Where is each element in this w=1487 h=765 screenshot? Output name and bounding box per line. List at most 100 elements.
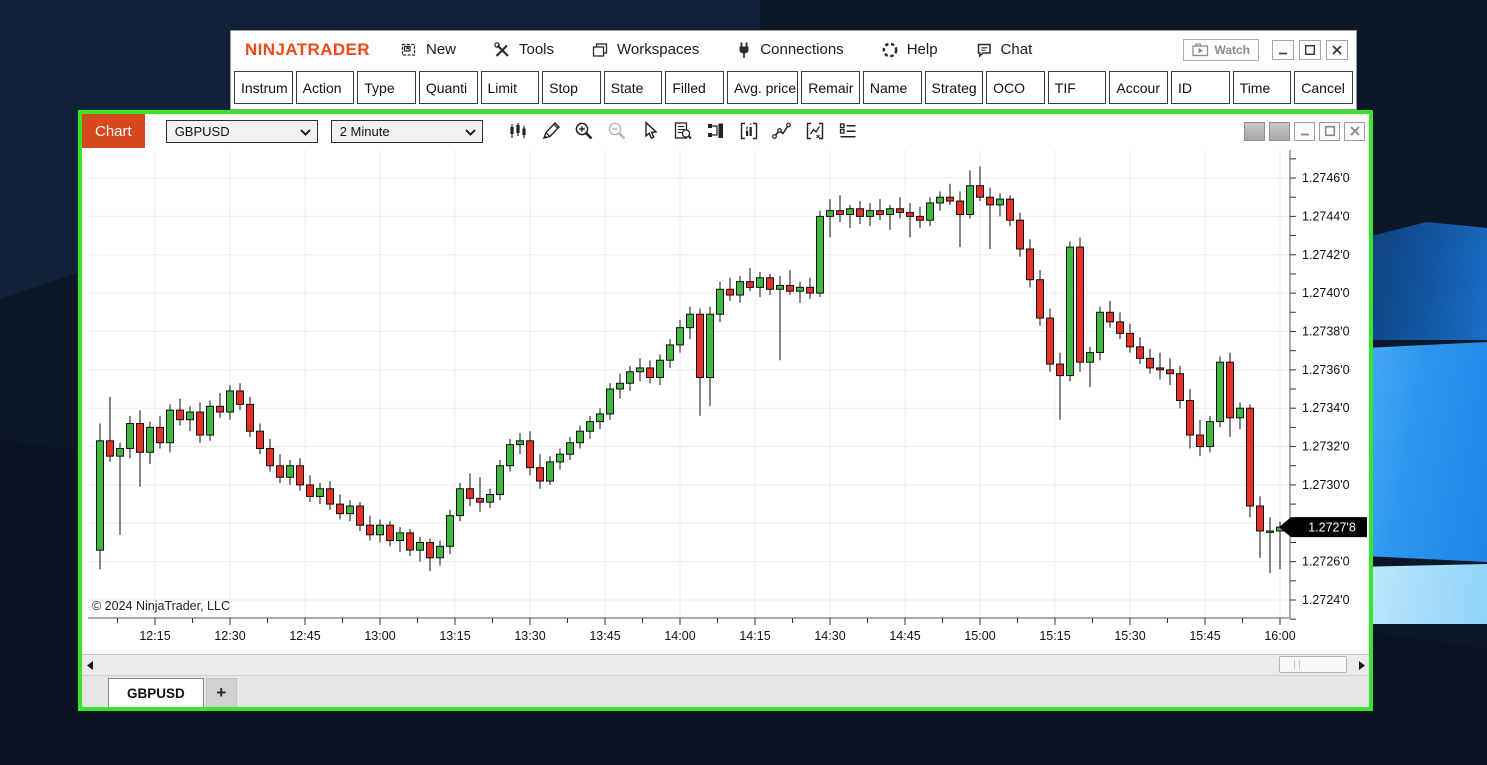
draw-icon[interactable] [539,119,564,144]
order-entry-icon[interactable] [704,119,729,144]
scrollbar-track[interactable] [98,655,1353,675]
orders-column-state[interactable]: State [604,71,663,104]
menu-item-workspaces[interactable]: Workspaces [591,41,699,59]
maximize-button[interactable] [1299,40,1321,60]
add-tab-button[interactable]: + [206,678,237,707]
candle-up [657,360,664,377]
orders-column-stop[interactable]: Stop [542,71,601,104]
orders-column-tif[interactable]: TIF [1048,71,1107,104]
inactive-button[interactable] [1244,122,1265,141]
chart-window-controls [1244,122,1369,141]
orders-column-quanti[interactable]: Quanti [419,71,478,104]
chart-toolbar [506,119,861,144]
properties-icon[interactable] [836,119,861,144]
candle-up [497,466,504,495]
chart-tab-bar: GBPUSD + [82,675,1369,707]
candle-down [1047,318,1054,364]
inactive-button[interactable] [1269,122,1290,141]
orders-column-id[interactable]: ID [1171,71,1230,104]
menu-item-connections[interactable]: Connections [736,41,843,59]
drawing-line-icon[interactable] [770,119,795,144]
candle-down [1167,370,1174,374]
candle-up [1237,408,1244,418]
strategies-icon[interactable] [803,119,828,144]
candle-up [677,328,684,345]
candlestick-chart[interactable]: 1.2746'01.2744'01.2742'01.2740'01.2738'0… [82,148,1369,654]
cursor-icon[interactable] [638,119,663,144]
candle-up [577,431,584,443]
candle-up [557,454,564,462]
time-tick-label: 14:45 [889,629,920,643]
orders-column-limit[interactable]: Limit [481,71,540,104]
chat-icon [975,41,993,59]
menu-item-chat[interactable]: Chat [975,41,1033,59]
candle-up [847,209,854,215]
candle-up [207,406,214,435]
zoom-out-icon[interactable] [605,119,630,144]
watch-button[interactable]: Watch [1183,39,1259,61]
candle-up [687,314,694,327]
menu-item-tools[interactable]: Tools [493,41,554,59]
scrollbar-thumb[interactable] [1279,656,1347,673]
instrument-dropdown[interactable]: GBPUSD [166,120,318,143]
orders-column-filled[interactable]: Filled [665,71,724,104]
scroll-left-arrow-icon[interactable] [82,655,98,675]
candle-down [527,441,534,468]
indicators-icon[interactable] [737,119,762,144]
candle-up [347,506,354,514]
candle-up [1217,362,1224,421]
candle-down [1157,368,1164,370]
candle-down [787,285,794,291]
chart-minimize-button[interactable] [1294,122,1315,141]
candle-down [727,289,734,295]
candle-up [97,441,104,550]
candle-down [957,201,964,214]
price-tick-label: 1.2734'0 [1302,401,1350,415]
candle-up [227,391,234,412]
chart-close-button[interactable] [1344,122,1365,141]
chart-window-title: Chart [82,114,145,148]
menu-item-help[interactable]: Help [881,41,938,59]
candle-down [1177,374,1184,401]
candle-down [427,542,434,557]
tab-gbpusd[interactable]: GBPUSD [108,678,204,707]
orders-column-time[interactable]: Time [1233,71,1292,104]
candle-down [137,424,144,453]
candle-down [947,197,954,201]
data-box-icon[interactable] [671,119,696,144]
interval-dropdown[interactable]: 2 Minute [331,120,483,143]
main-menu: New Tools Workspaces Connections Help Ch… [400,41,1032,59]
orders-column-type[interactable]: Type [357,71,416,104]
orders-column-oco[interactable]: OCO [986,71,1045,104]
zoom-in-icon[interactable] [572,119,597,144]
menu-item-new[interactable]: New [400,41,456,59]
candle-up [997,199,1004,205]
time-tick-label: 16:00 [1264,629,1295,643]
candle-down [297,466,304,485]
candle-down [1187,401,1194,436]
watch-label: Watch [1214,43,1250,57]
orders-column-strateg[interactable]: Strateg [925,71,984,104]
orders-column-action[interactable]: Action [296,71,355,104]
price-tick-label: 1.2742'0 [1302,248,1350,262]
candle-up [567,443,574,455]
candle-up [447,516,454,547]
orders-column-name[interactable]: Name [863,71,922,104]
orders-column-instrum[interactable]: Instrum [234,71,293,104]
minimize-button[interactable] [1272,40,1294,60]
chart-horizontal-scrollbar[interactable] [82,654,1369,675]
candle-down [1117,322,1124,334]
candle-up [937,197,944,203]
close-button[interactable] [1326,40,1348,60]
orders-column-remair[interactable]: Remair [801,71,860,104]
time-tick-label: 14:00 [664,629,695,643]
candle-up [1067,247,1074,376]
chart-maximize-button[interactable] [1319,122,1340,141]
chart-style-icon[interactable] [506,119,531,144]
orders-column-accour[interactable]: Accour [1109,71,1168,104]
orders-column-cancel[interactable]: Cancel [1294,71,1353,104]
orders-column-avg-price[interactable]: Avg. price [727,71,798,104]
scroll-right-arrow-icon[interactable] [1353,655,1369,675]
candle-down [157,427,164,442]
candle-up [377,525,384,535]
